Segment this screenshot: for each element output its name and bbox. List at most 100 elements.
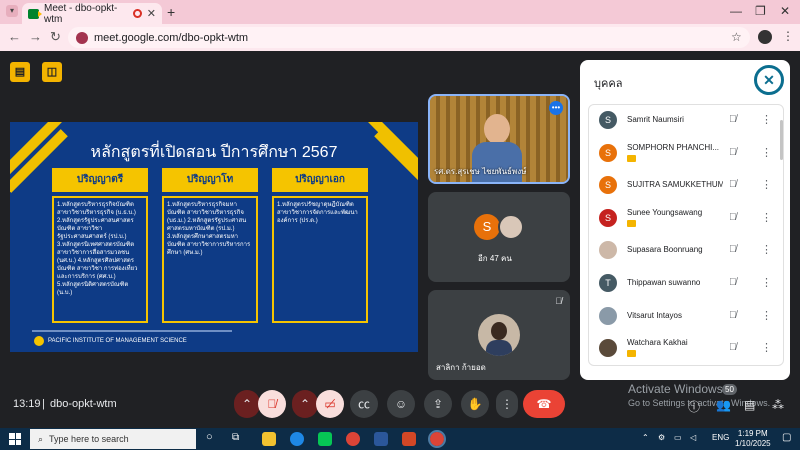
system-clock[interactable]: 1:19 PM 1/10/2025 — [735, 429, 771, 449]
notifications-icon[interactable]: ▢ — [782, 432, 791, 443]
close-panel-icon[interactable]: ✕ — [754, 65, 784, 95]
panel-title: บุคคล — [594, 78, 623, 90]
presenting-badge-icon — [627, 219, 636, 227]
audio-options-icon[interactable]: ⌃ — [234, 390, 260, 418]
chrome-icon[interactable] — [346, 432, 360, 446]
tray-app-icon[interactable]: ⚙ — [658, 433, 665, 442]
mic-toggle-button[interactable]: 🎙̸ — [258, 390, 286, 418]
people-icon[interactable]: 👥 — [716, 398, 731, 412]
participant-row[interactable]: S SOMPHORN PHANCHI... 🎙̸ ⋮ — [589, 138, 783, 170]
reload-icon[interactable]: ↻ — [50, 29, 61, 45]
tray-overflow-icon[interactable]: ⌃ — [642, 433, 649, 442]
participant-avatar: S — [599, 111, 617, 129]
meeting-details-icon[interactable]: ⓘ — [688, 398, 700, 415]
profile-avatar[interactable] — [758, 30, 772, 44]
participant-options-icon[interactable]: ⋮ — [761, 146, 772, 159]
network-icon[interactable]: ▭ — [674, 433, 682, 442]
browser-tab-meet[interactable]: Meet - dbo-opkt-wtm ✕ — [22, 3, 162, 25]
slide-divider — [32, 330, 232, 332]
taskbar-search[interactable]: ⌕ Type here to search — [30, 429, 196, 449]
participant-row[interactable]: Watchara Kakhai 🎙̸ ⋮ — [589, 333, 783, 365]
close-window-icon[interactable]: ✕ — [780, 4, 790, 18]
edge-icon[interactable] — [290, 432, 304, 446]
search-placeholder: Type here to search — [49, 434, 129, 444]
forward-icon[interactable]: → — [29, 29, 42, 44]
participant-options-icon[interactable]: ⋮ — [761, 178, 772, 191]
participant-avatar — [599, 306, 617, 325]
participant-row[interactable]: S Samrit Naumsiri 🎙̸ ⋮ — [589, 105, 783, 137]
cortana-icon[interactable]: ○ — [206, 431, 213, 443]
participant-name: SUJITRA SAMUKKETHUM — [627, 180, 723, 190]
institute-logo — [34, 336, 44, 346]
participant-options-icon[interactable]: ⋮ — [761, 243, 772, 256]
participant-row[interactable]: Vitsarut Intayos 🎙̸ ⋮ — [589, 301, 783, 333]
participant-row[interactable]: S Sunee Youngsawang 🎙̸ ⋮ — [589, 203, 783, 235]
participant-row[interactable]: S SUJITRA SAMUKKETHUM 🎙̸ ⋮ — [589, 170, 783, 202]
participant-options-icon[interactable]: ⋮ — [761, 211, 772, 224]
language-indicator[interactable]: ENG — [712, 433, 729, 442]
minimize-icon[interactable]: — — [730, 4, 742, 18]
line-app-icon[interactable] — [318, 432, 332, 446]
raise-hand-button[interactable]: ✋ — [461, 390, 489, 418]
task-view-icon[interactable]: ⧉ — [232, 432, 239, 443]
meet-favicon-icon — [28, 8, 43, 19]
presentation-slide: หลักสูตรที่เปิดสอน ปีการศึกษา 2567 ปริญญ… — [10, 122, 418, 352]
participant-row[interactable]: T Thippawan suwanno 🎙̸ ⋮ — [589, 268, 783, 300]
emoji-reaction-button[interactable]: ☺ — [387, 390, 415, 418]
others-tile[interactable]: S อีก 47 คน — [428, 192, 570, 282]
volume-icon[interactable]: ◁ — [690, 433, 696, 442]
participant-name: Watchara Kakhai — [627, 338, 688, 348]
participant-options-icon[interactable]: ⋮ — [761, 341, 772, 354]
slide-title: หลักสูตรที่เปิดสอน ปีการศึกษา 2567 — [90, 144, 338, 161]
present-screen-button[interactable]: ⇪ — [424, 390, 452, 418]
participant-avatar: S — [599, 208, 617, 227]
more-options-button[interactable]: ⋮ — [496, 390, 518, 418]
people-scrollbar[interactable] — [780, 120, 783, 160]
word-icon[interactable] — [374, 432, 388, 446]
host-controls-icon[interactable]: ◫ — [42, 62, 62, 82]
browser-menu-icon[interactable]: ⋮ — [782, 29, 794, 43]
participant-name: Supasara Boonruang — [627, 245, 703, 255]
meeting-info-icon[interactable]: ▤ — [10, 62, 30, 82]
participant-options-icon[interactable]: ⋮ — [761, 113, 772, 126]
meeting-clock: 13:19 — [13, 398, 41, 410]
separator: | — [42, 398, 45, 410]
file-explorer-icon[interactable] — [262, 432, 276, 446]
column-body: 1.หลักสูตรบริหารธุรกิจมหาบัณฑิต สาขาวิชา… — [162, 196, 258, 323]
participant-tile[interactable]: 🎙̸ สาลิกา ก้ายอด — [428, 290, 570, 380]
leave-call-button[interactable]: ☎ — [523, 390, 565, 418]
participant-avatar — [599, 241, 617, 260]
participant-avatar: S — [599, 143, 617, 162]
mic-off-icon: 🎙̸ — [729, 277, 737, 288]
powerpoint-icon[interactable] — [402, 432, 416, 446]
people-list: S Samrit Naumsiri 🎙̸ ⋮ S SOMPHORN PHANCHI... 🎙… — [588, 104, 784, 366]
slide-column-bachelor: ปริญญาตรี 1.หลักสูตรบริหารธุรกิจบัณฑิต ส… — [52, 168, 148, 323]
activities-icon[interactable]: ⁂ — [772, 398, 784, 412]
tile-options-icon[interactable]: ••• — [549, 101, 563, 115]
participant-options-icon[interactable]: ⋮ — [761, 276, 772, 289]
clock-time: 1:19 PM — [737, 429, 768, 438]
video-options-icon[interactable]: ⌃ — [292, 390, 318, 418]
back-icon[interactable]: ← — [8, 29, 21, 44]
meeting-code: dbo-opkt-wtm — [50, 398, 117, 410]
camera-toggle-button[interactable]: ▭̸ — [316, 390, 344, 418]
site-info-icon[interactable] — [76, 31, 88, 44]
chrome-active-icon[interactable] — [428, 430, 446, 448]
mic-off-icon: 🎙̸ — [729, 146, 737, 158]
presenter-tile[interactable]: ••• รศ.ดร.สุรเชษ ไชยพันธ์พงษ์ — [428, 94, 570, 184]
tab-search-icon[interactable]: ▾ — [6, 5, 18, 17]
captions-button[interactable]: ㏄ — [350, 390, 378, 418]
presenter-name: รศ.ดร.สุรเชษ ไชยพันธ์พงษ์ — [434, 167, 527, 176]
bookmark-star-icon[interactable]: ☆ — [731, 30, 742, 44]
windows-start-icon[interactable] — [9, 433, 21, 445]
close-tab-icon[interactable]: ✕ — [147, 7, 156, 20]
new-tab-icon[interactable]: + — [167, 4, 175, 20]
restore-icon[interactable]: ❐ — [755, 4, 766, 18]
participant-name: Samrit Naumsiri — [627, 115, 684, 124]
participant-avatar: S — [474, 214, 500, 240]
address-bar[interactable]: meet.google.com/dbo-opkt-wtm — [68, 27, 750, 48]
participant-row[interactable]: Supasara Boonruang 🎙̸ ⋮ — [589, 235, 783, 267]
mic-off-icon: 🎙̸ — [729, 309, 737, 321]
participant-options-icon[interactable]: ⋮ — [761, 309, 772, 322]
chat-icon[interactable]: ▤ — [744, 398, 755, 412]
